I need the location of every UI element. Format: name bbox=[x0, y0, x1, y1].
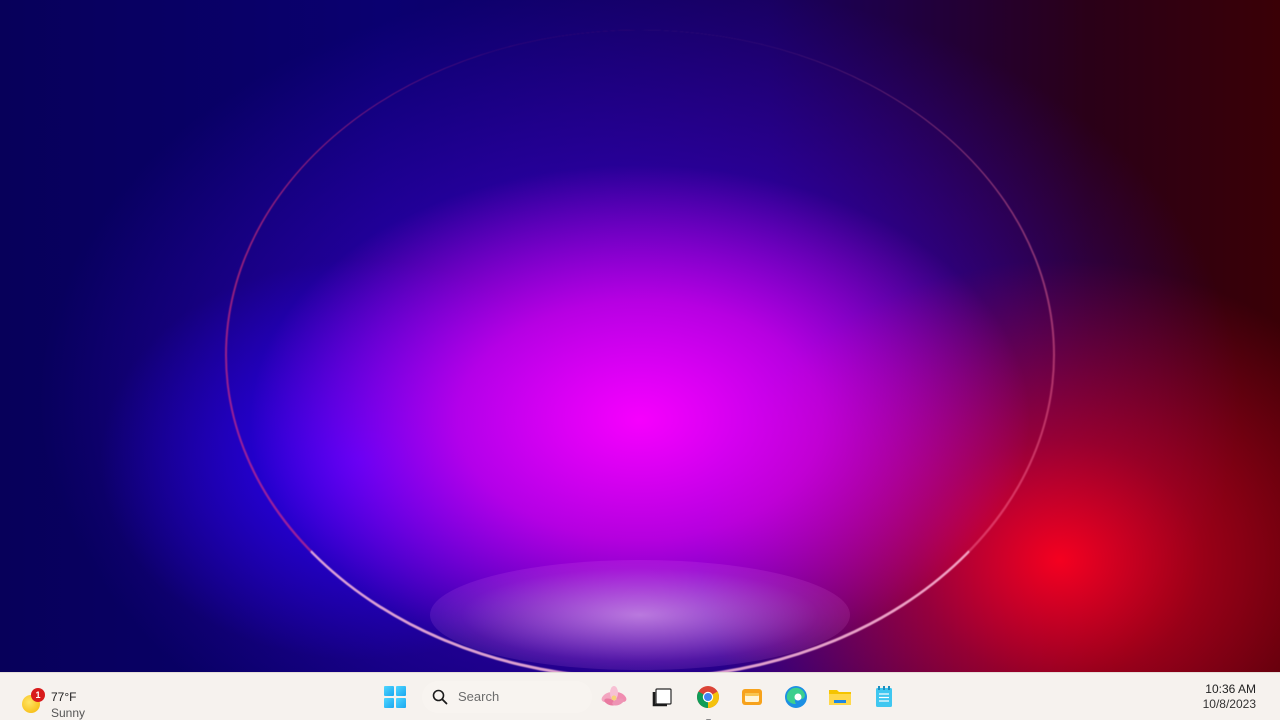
search-icon bbox=[432, 689, 448, 705]
weather-widget[interactable]: 1 77°F Sunny bbox=[18, 681, 108, 720]
desktop-wallpaper[interactable] bbox=[0, 0, 1280, 672]
windows-logo-icon bbox=[384, 686, 406, 708]
taskbar-edge[interactable] bbox=[780, 681, 812, 713]
taskbar-chrome[interactable] bbox=[692, 681, 724, 720]
orange-folder-icon bbox=[742, 689, 762, 705]
chrome-icon bbox=[697, 686, 719, 708]
taskbar: 1 77°F Sunny Search 10:36 AM 10/8/2023 bbox=[0, 672, 1280, 720]
system-clock[interactable]: 10:36 AM 10/8/2023 bbox=[1203, 682, 1256, 712]
edge-icon bbox=[785, 686, 807, 708]
wallpaper-orb-glow bbox=[430, 560, 850, 670]
notification-badge: 1 bbox=[31, 688, 45, 702]
start-button[interactable] bbox=[379, 681, 411, 713]
taskbar-folder-app[interactable] bbox=[736, 681, 768, 713]
task-view-button[interactable] bbox=[646, 681, 678, 713]
clock-date: 10/8/2023 bbox=[1202, 697, 1256, 711]
file-explorer-icon bbox=[829, 690, 851, 705]
taskbar-file-explorer[interactable] bbox=[824, 681, 856, 713]
taskbar-notepad[interactable] bbox=[868, 681, 900, 713]
flower-icon bbox=[601, 686, 627, 706]
weather-condition: Sunny bbox=[51, 706, 86, 720]
task-view-icon bbox=[652, 688, 672, 707]
clock-time: 10:36 AM bbox=[1205, 682, 1256, 696]
notepad-icon bbox=[876, 686, 892, 707]
search-placeholder: Search bbox=[458, 689, 500, 704]
weather-temperature: 77°F bbox=[51, 690, 77, 704]
taskbar-flower-app[interactable] bbox=[598, 681, 630, 713]
search-box[interactable]: Search bbox=[422, 681, 592, 713]
